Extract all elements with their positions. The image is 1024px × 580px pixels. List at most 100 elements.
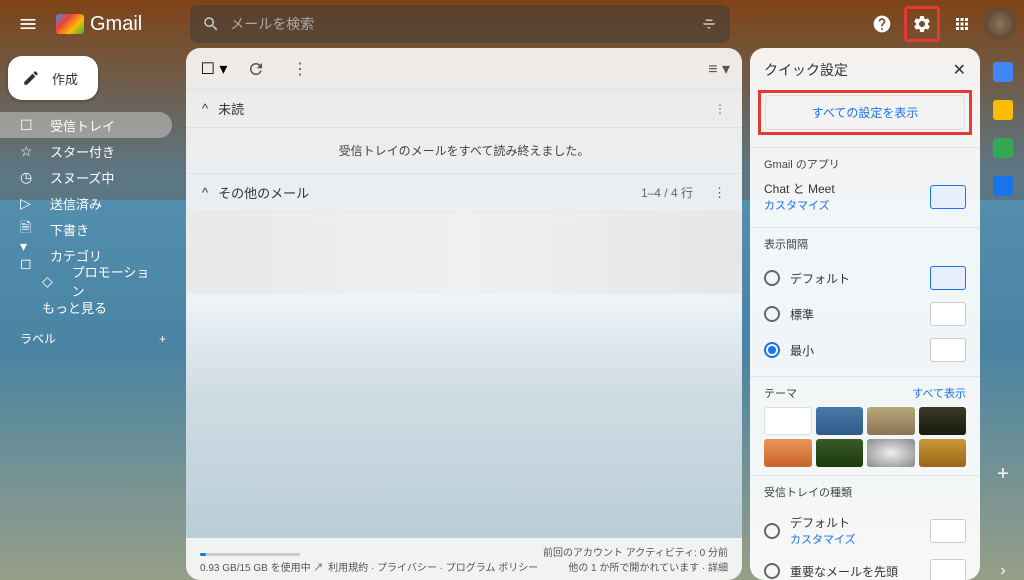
gmail-logo[interactable]: Gmail: [56, 13, 142, 36]
compose-button[interactable]: 作成: [8, 56, 98, 100]
send-icon: ▷: [20, 195, 36, 212]
theme-tile[interactable]: [919, 407, 967, 435]
sidebar-item-sent[interactable]: ▷ 送信済み: [0, 190, 172, 216]
mail-rows-blurred: [186, 212, 742, 294]
select-all-checkbox[interactable]: ☐ ▾: [198, 53, 230, 85]
help-icon: [872, 14, 892, 34]
inbox-type-default-option[interactable]: デフォルト カスタマイズ: [764, 508, 966, 553]
customize-apps-link[interactable]: カスタマイズ: [764, 197, 835, 213]
inbox-type-important-option[interactable]: 重要なメールを先頭: [764, 553, 966, 580]
sidebar-item-starred[interactable]: ☆スター付き: [0, 138, 172, 164]
radio-icon: [764, 563, 780, 579]
mail-content: ☐ ▾ ⋮ ≡ ▾ ^ 未読 ⋮ 受信トレイのメールをすべて読み終えました。 ^…: [186, 48, 742, 580]
search-input[interactable]: [230, 16, 700, 32]
chevron-down-icon: ▾ ◻: [20, 238, 36, 272]
density-compact-option[interactable]: 最小: [764, 332, 966, 368]
theme-tile[interactable]: [764, 407, 812, 435]
nav-label: もっと見る: [42, 298, 107, 317]
storage-text: 0.93 GB/15 GB を使用中: [200, 563, 311, 574]
inbox-preview: [930, 559, 966, 580]
theme-tile[interactable]: [867, 439, 915, 467]
activity-text: 前回のアカウント アクティビティ: 0 分前: [543, 544, 728, 559]
theme-view-all-link[interactable]: すべて表示: [912, 385, 966, 401]
nav-label: 下書き: [50, 220, 89, 239]
account-avatar[interactable]: [984, 8, 1016, 40]
apps-button[interactable]: [944, 6, 980, 42]
radio-icon: [764, 270, 780, 286]
settings-button[interactable]: [904, 6, 940, 42]
calendar-app-icon[interactable]: [993, 62, 1013, 82]
sidebar-item-inbox[interactable]: ☐受信トレイ: [0, 112, 172, 138]
other-mail-section-header[interactable]: ^ その他のメール 1–4 / 4 行 ⋮: [186, 174, 742, 212]
theme-tile[interactable]: [764, 439, 812, 467]
refresh-button[interactable]: [238, 51, 274, 87]
section-more-button[interactable]: ⋮: [714, 102, 726, 116]
see-all-settings-button[interactable]: すべての設定を表示: [765, 95, 965, 130]
storage-info[interactable]: 0.93 GB/15 GB を使用中 ↗: [200, 553, 323, 574]
search-bar[interactable]: [190, 5, 730, 43]
contacts-app-icon[interactable]: [993, 176, 1013, 196]
mail-toolbar: ☐ ▾ ⋮ ≡ ▾: [186, 48, 742, 90]
add-label-button[interactable]: +: [159, 332, 166, 346]
section-more-button[interactable]: ⋮: [713, 185, 726, 201]
section-title: その他のメール: [218, 183, 309, 202]
nav-label: 送信済み: [50, 194, 102, 213]
footer-links[interactable]: 利用規約 · プライバシー · プログラム ポリシー: [328, 559, 538, 574]
compose-label: 作成: [52, 69, 78, 88]
apps-grid-icon: [953, 15, 971, 33]
density-label: 標準: [790, 306, 814, 323]
side-panel: + ›: [982, 48, 1024, 580]
radio-icon: [764, 342, 780, 358]
nav-label: スヌーズ中: [50, 168, 114, 187]
inbox-icon: ☐: [20, 117, 36, 134]
density-preview: [930, 302, 966, 326]
theme-tile[interactable]: [867, 407, 915, 435]
density-comfortable-option[interactable]: 標準: [764, 296, 966, 332]
density-section-title: 表示間隔: [764, 236, 966, 252]
chevron-icon: ^: [202, 101, 208, 116]
content-footer: 0.93 GB/15 GB を使用中 ↗ 利用規約 · プライバシー · プログ…: [186, 538, 742, 580]
activity-detail[interactable]: 他の 1 か所で開かれています · 詳細: [543, 559, 728, 574]
sidebar-item-snoozed[interactable]: ◷スヌーズ中: [0, 164, 172, 190]
nav-label: スター付き: [50, 142, 115, 161]
help-button[interactable]: [864, 6, 900, 42]
tag-icon: ◇: [42, 273, 58, 290]
row-count: 1–4 / 4 行: [641, 184, 693, 201]
hide-panel-button[interactable]: ›: [1000, 562, 1005, 580]
add-addon-button[interactable]: +: [997, 463, 1009, 486]
content-body: [186, 294, 742, 538]
inbox-type-label: 重要なメールを先頭: [790, 563, 898, 580]
density-label: デフォルト: [790, 270, 850, 287]
tasks-app-icon[interactable]: [993, 138, 1013, 158]
chevron-icon: ^: [202, 185, 208, 200]
layout-toggle-button[interactable]: ≡ ▾: [708, 59, 730, 79]
unread-section-header[interactable]: ^ 未読 ⋮: [186, 90, 742, 128]
theme-tile[interactable]: [816, 407, 864, 435]
density-preview: [930, 338, 966, 362]
more-actions-button[interactable]: ⋮: [282, 51, 318, 87]
nav-label: プロモーション: [72, 262, 160, 300]
search-options-icon[interactable]: [700, 15, 718, 33]
search-icon: [202, 15, 220, 33]
pencil-icon: [22, 69, 40, 87]
gmail-logo-icon: [56, 14, 84, 34]
main-menu-button[interactable]: [8, 4, 48, 44]
header: Gmail: [0, 0, 1024, 48]
theme-tile[interactable]: [816, 439, 864, 467]
labels-section-header: ラベル +: [0, 320, 180, 353]
radio-icon: [764, 306, 780, 322]
chat-meet-label: Chat と Meet: [764, 180, 835, 197]
density-label: 最小: [790, 342, 814, 359]
left-sidebar: 作成 ☐受信トレイ ☆スター付き ◷スヌーズ中 ▷送信済み 🗎下書き ▾ ◻カテ…: [0, 48, 180, 580]
refresh-icon: [247, 60, 265, 78]
section-title: 未読: [218, 99, 244, 118]
theme-tile[interactable]: [919, 439, 967, 467]
labels-title: ラベル: [20, 330, 56, 347]
density-default-option[interactable]: デフォルト: [764, 260, 966, 296]
gear-icon: [912, 14, 932, 34]
inbox-customize-link[interactable]: カスタマイズ: [790, 531, 856, 547]
quick-settings-panel: クイック設定 ✕ すべての設定を表示 Gmail のアプリ Chat と Mee…: [750, 48, 980, 580]
keep-app-icon[interactable]: [993, 100, 1013, 120]
close-settings-button[interactable]: ✕: [953, 60, 966, 80]
inbox-preview: [930, 519, 966, 543]
